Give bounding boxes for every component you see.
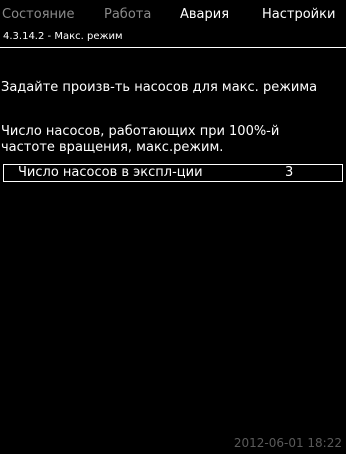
- pump-count-label: Число насосов в экспл-ции: [18, 165, 203, 180]
- parameter-description: Число насосов, работающих при 100%-й час…: [1, 124, 279, 156]
- tab-settings[interactable]: Настройки: [262, 7, 335, 22]
- pump-count-value[interactable]: 3: [285, 165, 293, 181]
- pump-count-field[interactable]: Число насосов в экспл-ции 3: [3, 164, 343, 182]
- tab-alarm[interactable]: Авария: [180, 7, 229, 22]
- status-timestamp: 2012-06-01 18:22: [233, 436, 342, 450]
- header-divider: [0, 47, 346, 48]
- tab-status[interactable]: Состояние: [2, 7, 74, 22]
- tab-bar: Состояние Работа Авария Настройки: [0, 0, 346, 26]
- instruction-text: Задайте произв-ть насосов для макс. режи…: [1, 80, 318, 95]
- tab-operation[interactable]: Работа: [104, 7, 151, 22]
- breadcrumb: 4.3.14.2 - Макс. режим: [3, 31, 123, 42]
- description-line-2: частоте вращения, макс.режим.: [1, 140, 224, 155]
- description-line-1: Число насосов, работающих при 100%-й: [1, 124, 280, 139]
